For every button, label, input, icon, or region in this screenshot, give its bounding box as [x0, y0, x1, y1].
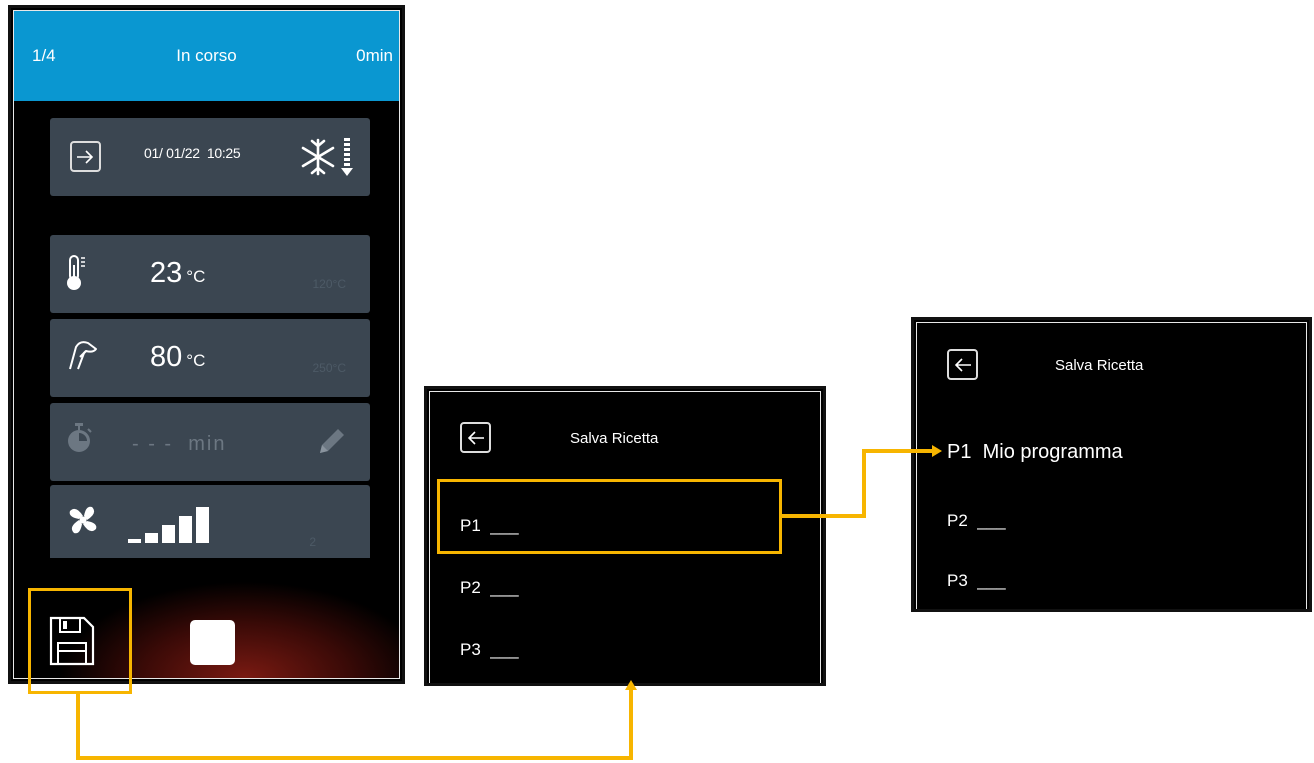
probe-unit: °C — [186, 351, 206, 370]
elapsed-time: 0min — [356, 46, 393, 65]
temperature-setpoint: 120°C — [312, 277, 347, 291]
fan-speed-bars — [128, 507, 209, 543]
snowflake-down-icon — [301, 138, 353, 176]
probe-setpoint: 250°C — [312, 361, 347, 375]
screen-frame: 1/4 In corso 0min 01/ 01/22 10:25 23 °C … — [13, 10, 400, 679]
program-id: P3 — [460, 640, 481, 659]
fan-level: 2 — [309, 535, 316, 549]
screen-title: Salva Ricetta — [570, 430, 659, 447]
stopwatch-icon — [68, 423, 92, 452]
program-name: ___ — [977, 511, 1006, 530]
time-value: 10:25 — [206, 145, 241, 161]
enter-button[interactable] — [70, 141, 101, 172]
core-probe-icon — [69, 341, 97, 370]
arrow-left-icon — [467, 431, 484, 445]
saved-recipe-screen: Salva Ricetta P1 Mio programma P2 ___ P3… — [911, 317, 1312, 612]
timer-card[interactable]: - - - min — [50, 403, 370, 481]
temperature-unit: °C — [186, 267, 206, 286]
program-slot-p3[interactable]: P3 ___ — [947, 571, 1006, 591]
screen-title: Salva Ricetta — [1055, 357, 1144, 374]
date-time: 01/ 01/22 10:25 — [144, 145, 241, 161]
temperature-value: 23 — [150, 257, 183, 289]
arrow-left-icon — [954, 358, 971, 372]
connector-line — [862, 449, 866, 518]
program-id: P2 — [947, 511, 968, 530]
timer-unit: min — [188, 433, 227, 455]
program-name: ___ — [977, 571, 1006, 590]
arrow-right-icon — [932, 445, 942, 457]
save-icon-highlight — [28, 588, 132, 694]
pencil-icon[interactable] — [314, 425, 348, 459]
program-name: ___ — [490, 578, 519, 597]
temperature-card[interactable]: 23 °C 120°C — [50, 235, 370, 313]
program-id: P1 — [947, 441, 972, 463]
timer-readout: - - - min — [132, 433, 226, 456]
probe-readout: 80 °C — [150, 341, 205, 374]
program-slot-p2[interactable]: P2 ___ — [460, 578, 519, 598]
arrow-up-icon — [625, 680, 637, 690]
program-slot-p3[interactable]: P3 ___ — [460, 640, 519, 660]
date-card[interactable]: 01/ 01/22 10:25 — [50, 118, 370, 196]
fan-card[interactable]: 2 — [50, 485, 370, 563]
temperature-readout: 23 °C — [150, 257, 205, 290]
probe-card[interactable]: 80 °C 250°C — [50, 319, 370, 397]
back-button[interactable] — [947, 349, 978, 380]
program-slot-p2[interactable]: P2 ___ — [947, 511, 1006, 531]
arrow-right-icon — [77, 150, 94, 164]
connector-line — [76, 756, 633, 760]
fan-icon — [69, 506, 97, 534]
oven-main-screen: 1/4 In corso 0min 01/ 01/22 10:25 23 °C … — [8, 5, 405, 684]
back-button[interactable] — [460, 422, 491, 453]
connector-line — [862, 449, 934, 453]
connector-line — [629, 690, 633, 760]
connector-line — [782, 514, 866, 518]
program-id: P3 — [947, 571, 968, 590]
program-name: Mio programma — [982, 441, 1123, 463]
program-id: P2 — [460, 578, 481, 597]
date-value: 01/ 01/22 — [144, 145, 200, 161]
stop-button[interactable] — [190, 620, 235, 665]
program-name: ___ — [490, 640, 519, 659]
timer-value: - - - — [132, 433, 174, 455]
thermometer-icon — [67, 255, 85, 290]
cooking-status: In corso — [176, 46, 237, 65]
p1-slot-highlight — [437, 479, 782, 554]
screen-frame: Salva Ricetta P1 Mio programma P2 ___ P3… — [916, 322, 1307, 609]
probe-value: 80 — [150, 341, 183, 373]
connector-line — [76, 694, 80, 760]
status-header: 1/4 In corso 0min — [14, 11, 399, 101]
program-slot-p1[interactable]: P1 Mio programma — [947, 441, 1123, 464]
